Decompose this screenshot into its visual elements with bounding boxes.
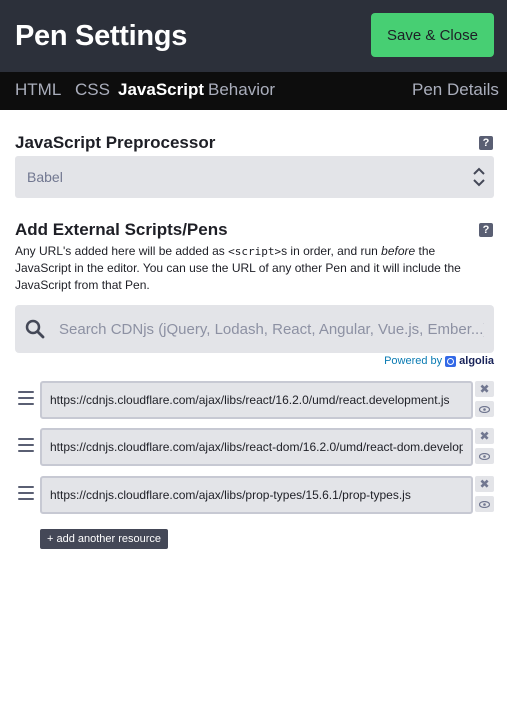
powered-by-algolia[interactable]: Powered by algolia <box>384 355 494 367</box>
help-icon[interactable]: ? <box>479 136 493 150</box>
drag-handle-icon[interactable] <box>18 486 34 502</box>
resource-url-input[interactable] <box>40 428 473 466</box>
external-scripts-title: Add External Scripts/Pens <box>15 220 228 239</box>
tab-javascript[interactable]: JavaScript <box>118 80 204 100</box>
resource-url-input[interactable] <box>40 381 473 419</box>
help-icon[interactable]: ? <box>479 223 493 237</box>
tab-css[interactable]: CSS <box>75 80 110 100</box>
tab-html[interactable]: HTML <box>15 80 61 100</box>
page-title: Pen Settings <box>15 20 188 52</box>
tab-pen-details[interactable]: Pen Details <box>412 80 499 100</box>
resource-row: ✖ <box>15 381 494 421</box>
drag-handle-icon[interactable] <box>18 438 34 454</box>
remove-icon[interactable]: ✖ <box>475 428 494 444</box>
script-tag-code: <script> <box>228 245 282 258</box>
cdnjs-search-input[interactable] <box>59 318 484 340</box>
view-icon[interactable] <box>475 496 494 512</box>
resource-row: ✖ <box>15 428 494 468</box>
save-close-button[interactable]: Save & Close <box>371 13 494 57</box>
drag-handle-icon[interactable] <box>18 391 34 407</box>
view-icon[interactable] <box>475 401 494 417</box>
preprocessor-title: JavaScript Preprocessor <box>15 133 216 152</box>
add-resource-button[interactable]: + add another resource <box>40 529 169 549</box>
external-scripts-description: Any URL's added here will be added as <s… <box>15 244 461 292</box>
chevron-up-down-icon <box>473 167 485 187</box>
header: Pen Settings Save & Close <box>0 0 507 72</box>
resource-row: ✖ <box>15 476 494 516</box>
algolia-icon <box>445 355 457 367</box>
settings-tabs: HTML CSS JavaScript Behavior Pen Details <box>0 72 507 110</box>
search-icon <box>25 319 45 339</box>
view-icon[interactable] <box>475 448 494 464</box>
tab-behavior[interactable]: Behavior <box>208 80 275 100</box>
remove-icon[interactable]: ✖ <box>475 476 494 492</box>
remove-icon[interactable]: ✖ <box>475 381 494 397</box>
cdnjs-search <box>15 305 494 353</box>
preprocessor-value: Babel <box>27 169 63 185</box>
resource-url-input[interactable] <box>40 476 473 514</box>
preprocessor-select[interactable]: Babel <box>15 156 494 198</box>
